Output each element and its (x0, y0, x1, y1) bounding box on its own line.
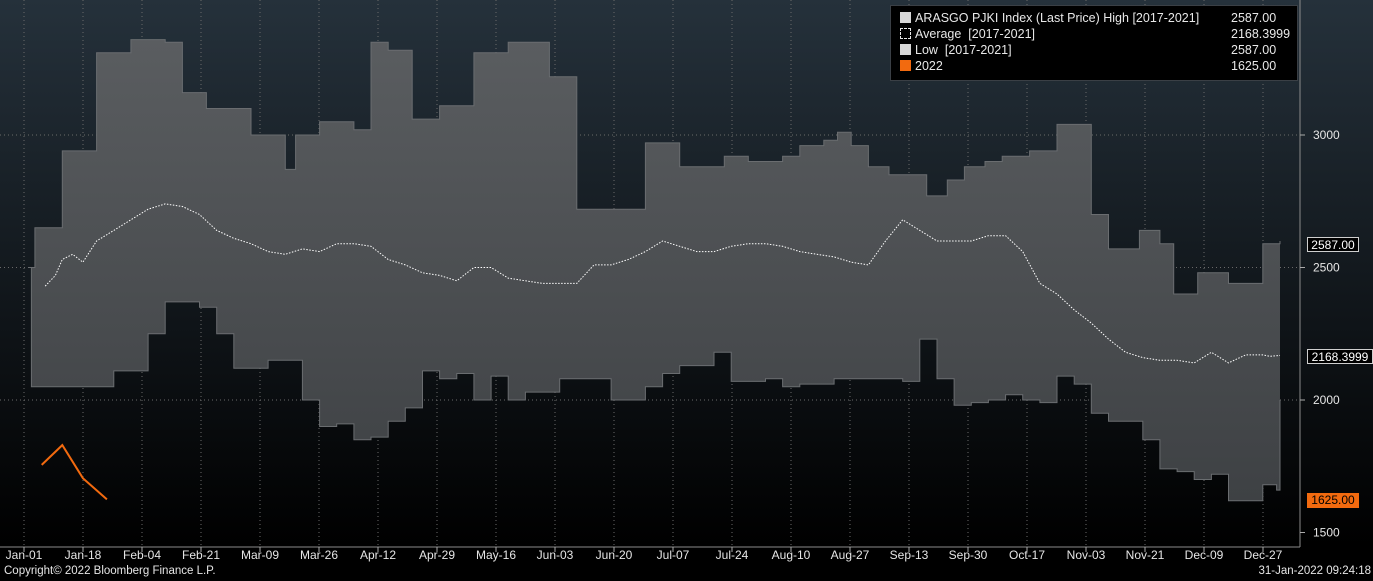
x-tick-label: Jul-24 (716, 548, 749, 562)
x-tick-label: Jun-03 (537, 548, 574, 562)
legend-swatch-high (900, 12, 911, 23)
legend-label: ARASGO PJKI Index (Last Price) High [201… (915, 11, 1200, 25)
legend-item-low: Low [2017-2021] 2587.00 (891, 42, 1297, 58)
x-tick-label: Sep-13 (890, 548, 929, 562)
x-tick-label: May-16 (476, 548, 516, 562)
x-tick-label: Aug-10 (772, 548, 811, 562)
x-tick-label: Mar-09 (241, 548, 279, 562)
y-tick-label: 3000 (1313, 128, 1340, 142)
legend-value: 2168.3999 (1231, 27, 1291, 41)
legend-swatch-average (900, 28, 911, 39)
chart-area: 1500 2000 2500 3000 Jan-01 Jan-18 Feb-04 Feb-2… (0, 0, 1373, 581)
y-tick-label: 1500 (1313, 526, 1340, 540)
x-tick-label: Feb-04 (123, 548, 161, 562)
legend-item-average: Average [2017-2021] 2168.3999 (891, 26, 1297, 42)
legend: ARASGO PJKI Index (Last Price) High [201… (890, 5, 1298, 81)
x-tick-label: Feb-21 (182, 548, 220, 562)
legend-item-2022: 2022 1625.00 (891, 58, 1297, 74)
legend-label: Average [2017-2021] (915, 27, 1036, 41)
timestamp-text: 31-Jan-2022 09:24:18 (1258, 565, 1371, 577)
legend-swatch-low (900, 44, 911, 55)
x-tick-label: Aug-27 (831, 548, 870, 562)
legend-item-high: ARASGO PJKI Index (Last Price) High [201… (891, 10, 1297, 26)
x-tick-label: Apr-29 (419, 548, 455, 562)
x-tick-label: Sep-30 (949, 548, 988, 562)
x-tick-label: Nov-21 (1126, 548, 1165, 562)
x-tick-label: Jun-20 (596, 548, 633, 562)
legend-value: 2587.00 (1231, 43, 1277, 57)
high-value-tag: 2587.00 (1307, 237, 1359, 252)
x-tick-label: Dec-27 (1244, 548, 1283, 562)
x-tick-label: Oct-17 (1009, 548, 1045, 562)
legend-value: 2587.00 (1231, 11, 1277, 25)
y-tick-label: 2500 (1313, 261, 1340, 275)
x-tick-label: Jan-01 (6, 548, 43, 562)
current-value-tag: 1625.00 (1307, 493, 1359, 508)
x-tick-label: Jul-07 (657, 548, 690, 562)
x-tick-label: Dec-09 (1185, 548, 1224, 562)
x-tick-label: Apr-12 (360, 548, 396, 562)
legend-label: Low [2017-2021] (915, 43, 1012, 57)
x-tick-label: Nov-03 (1067, 548, 1106, 562)
legend-swatch-2022 (900, 60, 911, 71)
x-tick-label: Mar-26 (300, 548, 338, 562)
y-tick-label: 2000 (1313, 393, 1340, 407)
legend-value: 1625.00 (1231, 59, 1277, 73)
copyright-text: Copyright© 2022 Bloomberg Finance L.P. (4, 565, 216, 577)
x-tick-label: Jan-18 (65, 548, 102, 562)
average-value-tag: 2168.3999 (1307, 349, 1373, 364)
legend-label: 2022 (915, 59, 943, 73)
